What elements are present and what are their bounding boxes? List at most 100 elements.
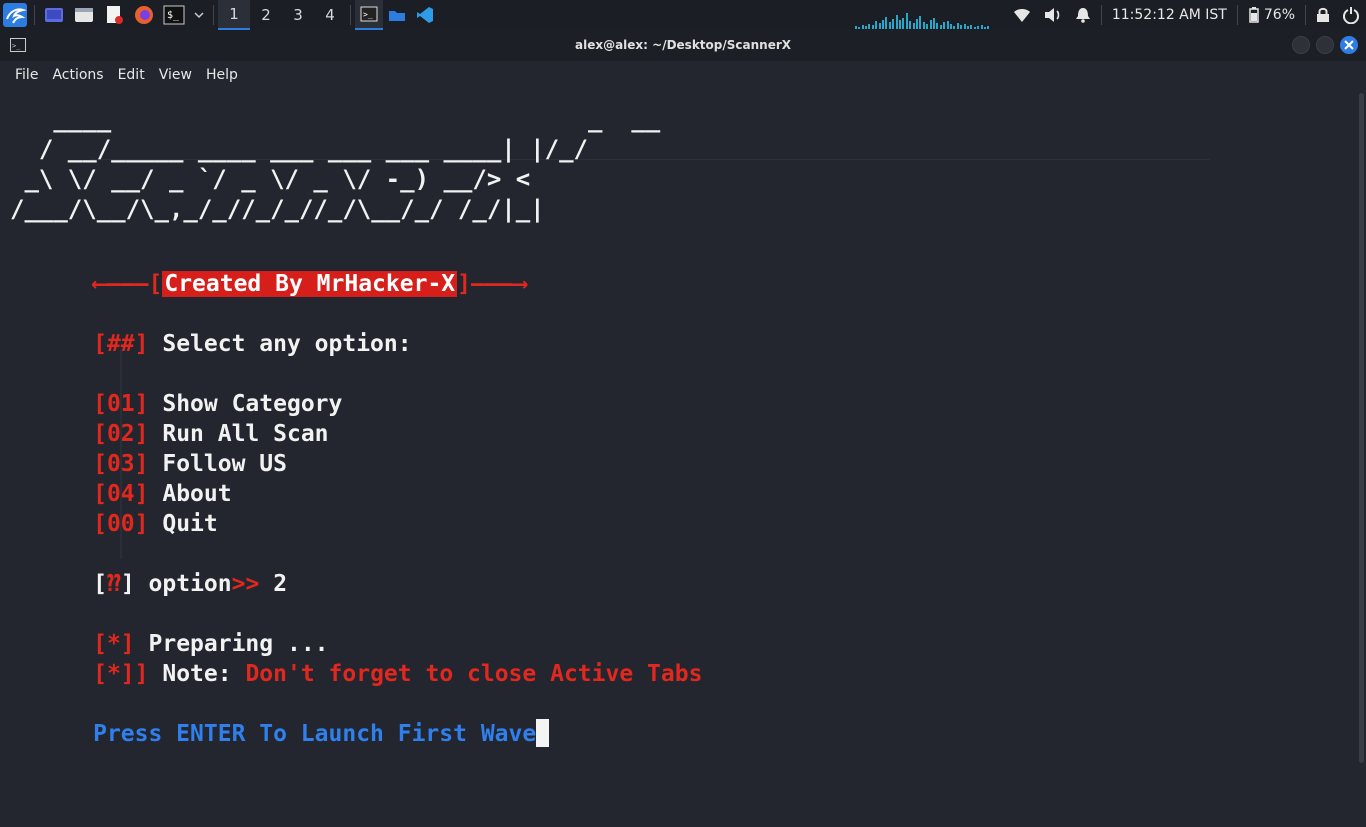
prompt-text: Select any option: (162, 331, 412, 357)
cpu-graph-bar (909, 21, 912, 29)
workspace-4-button[interactable]: 4 (314, 0, 346, 30)
terminal-launcher-icon[interactable]: $_ (163, 4, 185, 26)
system-tray: 11:52:12 AM IST 76% (1007, 0, 1366, 30)
input-arrow: >> (231, 571, 260, 597)
cpu-graph-bar (858, 27, 861, 29)
svg-text:>_: >_ (363, 10, 373, 19)
cpu-graph-bar (967, 26, 970, 29)
cpu-graph-bar (933, 18, 936, 29)
cpu-graph-bar (899, 20, 902, 29)
cpu-graph-bar (956, 23, 959, 29)
cpu-graph-bar (905, 13, 908, 29)
clock[interactable]: 11:52:12 AM IST (1106, 7, 1233, 23)
scrollbar-thumb[interactable] (1359, 93, 1364, 763)
battery-icon (1249, 7, 1259, 23)
battery-indicator[interactable]: 76% (1242, 0, 1301, 30)
terminal-output[interactable]: ____ _ __ / __/_____ ____ ___ ___ ___ __… (10, 89, 1350, 827)
panel-separator (1236, 5, 1238, 25)
banner-left-arrow: ⟵———[ (93, 271, 163, 297)
window-titlebar[interactable]: >_ alex@alex: ~/Desktop/ScannerX (0, 30, 1366, 61)
lock-screen-icon[interactable] (1310, 0, 1336, 30)
window-title: alex@alex: ~/Desktop/ScannerX (574, 38, 792, 52)
terminal-icon: >_ (360, 6, 378, 22)
banner-right-arrow: ]———⟶ (457, 271, 527, 297)
logout-icon[interactable] (1336, 0, 1366, 30)
cpu-graph-bar (912, 23, 915, 29)
minimize-button[interactable] (1292, 36, 1310, 54)
panel-separator (1100, 5, 1102, 25)
banner-text: Created By MrHacker-X (162, 271, 458, 297)
cpu-graph-bar (888, 22, 891, 29)
cpu-graph-bar (902, 18, 905, 29)
cpu-graph-bar (871, 25, 874, 29)
vscode-icon (417, 7, 433, 23)
cpu-graph-bar (987, 26, 990, 29)
note-label: Note: (162, 661, 232, 687)
panel-separator (1305, 5, 1306, 25)
input-value: 2 (273, 571, 288, 597)
workspace-3-button[interactable]: 3 (282, 0, 314, 30)
cpu-graph-bar (963, 24, 966, 29)
ascii-art-line-1: ____ _ __ (10, 105, 661, 133)
volume-icon[interactable] (1037, 0, 1069, 30)
cpu-graph-bar (960, 25, 963, 29)
svg-text:$_: $_ (167, 10, 180, 21)
text-cursor (536, 719, 550, 747)
close-icon (1344, 40, 1354, 50)
cpu-graph-bar (936, 23, 939, 29)
panel-separator (34, 5, 35, 25)
kali-menu-button[interactable] (0, 0, 30, 30)
taskbar: >_ (355, 0, 439, 30)
cpu-graph-bar (895, 15, 898, 29)
cpu-graph-bar (977, 26, 980, 29)
menu-edit[interactable]: Edit (111, 67, 152, 83)
notification-bell-icon[interactable] (1069, 0, 1097, 30)
close-button[interactable] (1340, 36, 1358, 54)
cpu-graph-bar (939, 25, 942, 29)
cpu-graph-bar (868, 24, 871, 29)
cpu-graph-bar (970, 25, 973, 29)
menu-view[interactable]: View (152, 67, 199, 83)
text-editor-icon[interactable] (103, 4, 125, 26)
input-bracket-open: [ (93, 571, 107, 597)
cpu-graph-bar (926, 24, 929, 29)
menu-file[interactable]: File (8, 67, 45, 83)
kali-dragon-icon (3, 3, 27, 27)
launch-text: Press ENTER To Launch First Wave (93, 721, 537, 747)
terminal-scrollbar[interactable] (1356, 89, 1366, 768)
cpu-graph-bar (919, 16, 922, 29)
ascii-art-line-3: _\ \/ __/ _ `/ _ \/ _ \/ -_) __/> < (10, 165, 531, 193)
maximize-button[interactable] (1316, 36, 1334, 54)
cpu-graph-bar (875, 21, 878, 29)
menu-actions[interactable]: Actions (45, 67, 110, 83)
option-label: Quit (162, 511, 218, 537)
cpu-graph-bar (984, 27, 987, 29)
file-manager-icon[interactable] (73, 4, 95, 26)
cpu-graph-bar (861, 25, 864, 29)
note-tag: [*]] (93, 661, 149, 687)
workspace-1-button[interactable]: 1 (218, 0, 250, 30)
input-label: option (148, 571, 232, 597)
cpu-graph-bar (929, 20, 932, 29)
workspace-2-button[interactable]: 2 (250, 0, 282, 30)
firefox-icon[interactable] (133, 4, 155, 26)
menu-bar: File Actions Edit View Help (0, 61, 1366, 89)
menu-help[interactable]: Help (199, 67, 245, 83)
question-icon: ⁇ (106, 571, 121, 597)
task-file-manager[interactable] (383, 0, 411, 30)
chevron-down-icon[interactable] (193, 4, 205, 26)
cpu-graph-bar (980, 25, 983, 29)
cpu-graph (854, 1, 995, 29)
cpu-graph-bar (953, 26, 956, 29)
cpu-graph-bar (882, 20, 885, 29)
panel-separator (350, 5, 351, 25)
task-terminal[interactable]: >_ (355, 0, 383, 30)
cpu-graph-bar (892, 19, 895, 29)
show-desktop-icon[interactable] (43, 4, 65, 26)
panel-separator (213, 5, 214, 25)
cpu-graph-bar (950, 24, 953, 29)
task-vscode[interactable] (411, 0, 439, 30)
wifi-icon[interactable] (1007, 0, 1037, 30)
ascii-art-line-2: / __/_____ ____ ___ ___ ___ ____| |/_/ (10, 135, 588, 163)
cpu-graph-bar (973, 27, 976, 29)
